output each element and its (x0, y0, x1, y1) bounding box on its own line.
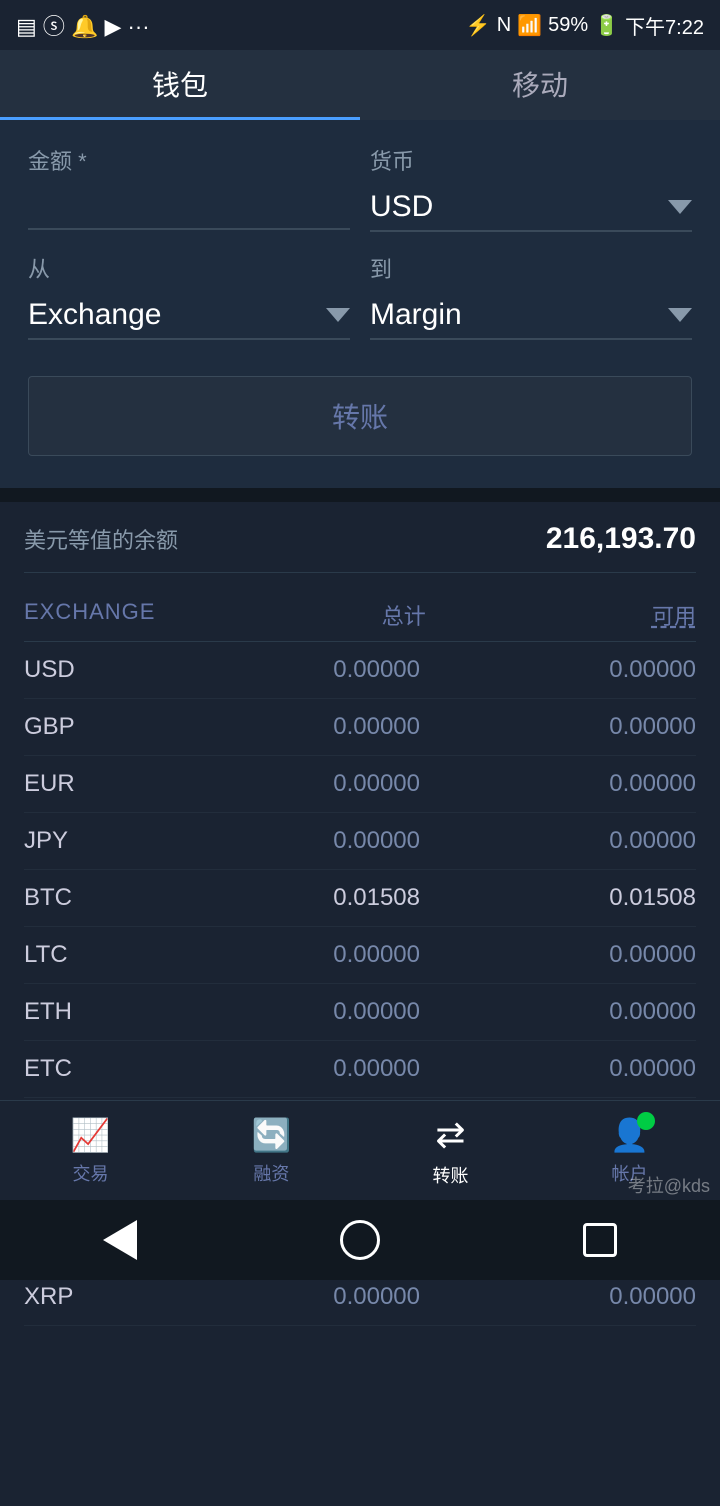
table-row: ETH 0.00000 0.00000 (24, 984, 696, 1041)
home-button[interactable] (330, 1210, 390, 1270)
bottom-nav: 📈 交易 🔄 融资 ⇄ 转账 👤 帐户 (0, 1100, 720, 1200)
currency-available: 0.00000 (476, 656, 696, 684)
currency-name: USD (24, 656, 144, 684)
nav-label-finance: 融资 (253, 1160, 289, 1186)
trade-icon: 📈 (71, 1117, 111, 1153)
currency-total: 0.00000 (200, 1055, 420, 1083)
to-select[interactable]: Margin (370, 292, 692, 340)
from-to-row: 从 Exchange 到 Margin (28, 252, 692, 340)
signal-icon: 📶 (517, 13, 542, 38)
balance-row: 美元等值的余额 216,193.70 (24, 522, 696, 573)
account-dot (637, 1112, 655, 1130)
currency-available: 0.00000 (476, 1283, 696, 1311)
currency-name: LTC (24, 941, 144, 969)
currency-name: XRP (24, 1283, 144, 1311)
transfer-button[interactable]: 转账 (28, 376, 692, 456)
currency-available: 0.00000 (476, 770, 696, 798)
finance-icon: 🔄 (252, 1117, 292, 1153)
back-button[interactable] (90, 1210, 150, 1270)
amount-currency-row: 金额 * 货币 USD (28, 144, 692, 232)
nfc-icon: N (497, 14, 511, 37)
status-bar: ▤ ⓢ 🔔 ▶ ··· ⚡ N 📶 59% 🔋 下午7:22 (0, 0, 720, 50)
status-icons: ▤ ⓢ 🔔 ▶ ··· (16, 9, 150, 41)
exchange-title: EXCHANGE (24, 599, 155, 631)
nav-label-trade: 交易 (72, 1160, 108, 1186)
balance-label: 美元等值的余额 (24, 523, 178, 555)
home-icon (340, 1220, 380, 1260)
currency-label: 货币 (370, 144, 692, 176)
from-select[interactable]: Exchange (28, 292, 350, 340)
to-label: 到 (370, 252, 692, 284)
nav-item-finance[interactable]: 🔄 融资 (252, 1116, 292, 1186)
time: 下午7:22 (625, 11, 704, 40)
currency-total: 0.00000 (200, 941, 420, 969)
to-chevron-icon (668, 308, 692, 322)
tab-wallet[interactable]: 钱包 (0, 50, 360, 120)
currency-value: USD (370, 190, 433, 224)
balance-section: 美元等值的余额 216,193.70 (0, 502, 720, 583)
currency-total: 0.00000 (200, 827, 420, 855)
currency-available: 0.01508 (476, 884, 696, 912)
bluetooth-icon: ⚡ (466, 13, 491, 38)
to-group: 到 Margin (370, 252, 692, 340)
recent-button[interactable] (570, 1210, 630, 1270)
back-icon (103, 1220, 137, 1260)
from-value: Exchange (28, 298, 161, 332)
currency-total: 0.00000 (200, 713, 420, 741)
currency-name: ETC (24, 1055, 144, 1083)
from-label: 从 (28, 252, 350, 284)
nav-item-transfer[interactable]: ⇄ 转账 (432, 1114, 468, 1188)
recent-icon (583, 1223, 617, 1257)
to-value: Margin (370, 298, 462, 332)
table-row: BTC 0.01508 0.01508 (24, 870, 696, 927)
table-row: JPY 0.00000 0.00000 (24, 813, 696, 870)
currency-available: 0.00000 (476, 941, 696, 969)
amount-label: 金额 * (28, 144, 350, 176)
currency-available: 0.00000 (476, 827, 696, 855)
col-total-header: 总计 (206, 599, 426, 631)
table-row: GBP 0.00000 0.00000 (24, 699, 696, 756)
currency-chevron-icon (668, 200, 692, 214)
nav-label-transfer: 转账 (432, 1162, 468, 1188)
currency-total: 0.00000 (200, 1283, 420, 1311)
table-row: EUR 0.00000 0.00000 (24, 756, 696, 813)
exchange-header: EXCHANGE 总计 可用 (24, 583, 696, 642)
currency-name: ETH (24, 998, 144, 1026)
battery-text: 59% (548, 14, 588, 37)
currency-available: 0.00000 (476, 713, 696, 741)
currency-name: EUR (24, 770, 144, 798)
currency-available: 0.00000 (476, 1055, 696, 1083)
currency-name: GBP (24, 713, 144, 741)
currency-total: 0.00000 (200, 770, 420, 798)
currency-available: 0.00000 (476, 998, 696, 1026)
table-row: USD 0.00000 0.00000 (24, 642, 696, 699)
amount-group: 金额 * (28, 144, 350, 232)
battery-icon: 🔋 (594, 13, 619, 38)
nav-item-trade[interactable]: 📈 交易 (71, 1116, 111, 1186)
balance-value: 216,193.70 (546, 522, 696, 556)
transfer-form: 金额 * 货币 USD 从 Exchange 到 Margin (0, 120, 720, 488)
status-left: ▤ ⓢ 🔔 ▶ ··· (16, 9, 150, 41)
android-nav (0, 1200, 720, 1280)
main-tabs: 钱包 移动 (0, 50, 720, 120)
watermark: 考拉@kds (628, 1172, 710, 1198)
amount-input[interactable] (28, 184, 350, 230)
table-row: LTC 0.00000 0.00000 (24, 927, 696, 984)
tab-move[interactable]: 移动 (360, 50, 720, 120)
currency-name: BTC (24, 884, 144, 912)
status-right: ⚡ N 📶 59% 🔋 下午7:22 (466, 11, 704, 40)
col-available-header: 可用 (476, 599, 696, 631)
currency-name: JPY (24, 827, 144, 855)
currency-select[interactable]: USD (370, 184, 692, 232)
currency-total: 0.00000 (200, 998, 420, 1026)
currency-total: 0.01508 (200, 884, 420, 912)
transfer-icon: ⇄ (435, 1114, 465, 1155)
currency-group: 货币 USD (370, 144, 692, 232)
from-chevron-icon (326, 308, 350, 322)
section-divider (0, 488, 720, 502)
currency-total: 0.00000 (200, 656, 420, 684)
from-group: 从 Exchange (28, 252, 350, 340)
table-row: ETC 0.00000 0.00000 (24, 1041, 696, 1098)
